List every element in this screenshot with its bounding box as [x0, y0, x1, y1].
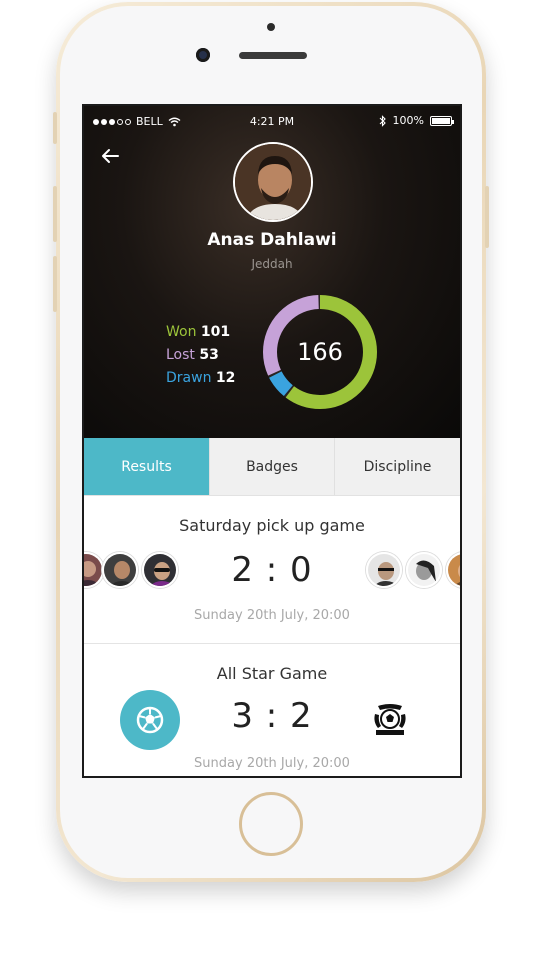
proximity-sensor — [267, 23, 275, 31]
away-player-avatar — [366, 552, 402, 588]
profile-header: BELL 4:21 PM 100% Anas Dahlawi Jeddah Wo… — [84, 106, 460, 438]
match-title: Saturday pick up game — [179, 516, 365, 535]
home-button[interactable] — [239, 792, 303, 856]
app-screen: BELL 4:21 PM 100% Anas Dahlawi Jeddah Wo… — [82, 104, 462, 778]
lost-label: Lost — [166, 347, 195, 363]
profile-tabs: Results Badges Discipline — [84, 438, 460, 496]
won-count: 101 — [200, 324, 231, 340]
volume-up-button — [53, 186, 57, 242]
battery-percent: 100% — [392, 114, 424, 127]
away-team-crest-icon — [374, 704, 406, 735]
power-button — [485, 186, 489, 248]
drawn-stat: Drawn 12 — [166, 367, 235, 390]
bluetooth-icon — [379, 114, 386, 127]
record-donut-chart: 166 — [263, 295, 377, 409]
player-city: Jeddah — [251, 257, 293, 271]
match-card[interactable]: All Star Game 3 : 2 Sunday 20th July, 20… — [84, 644, 460, 776]
lost-stat: Lost 53 — [166, 344, 235, 367]
mute-switch — [53, 112, 57, 144]
record-stats: Won 101 Lost 53 Drawn 12 — [166, 321, 235, 390]
lost-count: 53 — [199, 347, 219, 363]
earpiece-speaker — [239, 52, 307, 59]
match-card[interactable]: Saturday pick up game 2 : 0 Sunday 20th … — [84, 496, 460, 644]
donut-total: 166 — [297, 338, 343, 366]
tab-results[interactable]: Results — [84, 438, 209, 495]
player-name: Anas Dahlawi — [207, 230, 337, 250]
status-right: 100% — [379, 114, 454, 127]
away-player-avatar — [406, 552, 442, 588]
tab-badges[interactable]: Badges — [209, 438, 334, 495]
match-date: Sunday 20th July, 20:00 — [194, 756, 350, 771]
status-bar: BELL 4:21 PM 100% — [84, 106, 460, 136]
back-arrow-icon[interactable] — [98, 144, 122, 168]
won-stat: Won 101 — [166, 321, 235, 344]
drawn-count: 12 — [215, 370, 236, 386]
front-camera — [196, 48, 210, 62]
drawn-label: Drawn — [166, 370, 212, 386]
match-score: 2 : 0 — [231, 550, 313, 590]
match-title: All Star Game — [216, 664, 328, 683]
won-label: Won — [166, 324, 197, 340]
battery-icon — [430, 115, 454, 126]
tab-discipline[interactable]: Discipline — [334, 438, 460, 495]
match-date: Sunday 20th July, 20:00 — [194, 608, 350, 623]
profile-avatar — [233, 142, 313, 222]
volume-down-button — [53, 256, 57, 312]
